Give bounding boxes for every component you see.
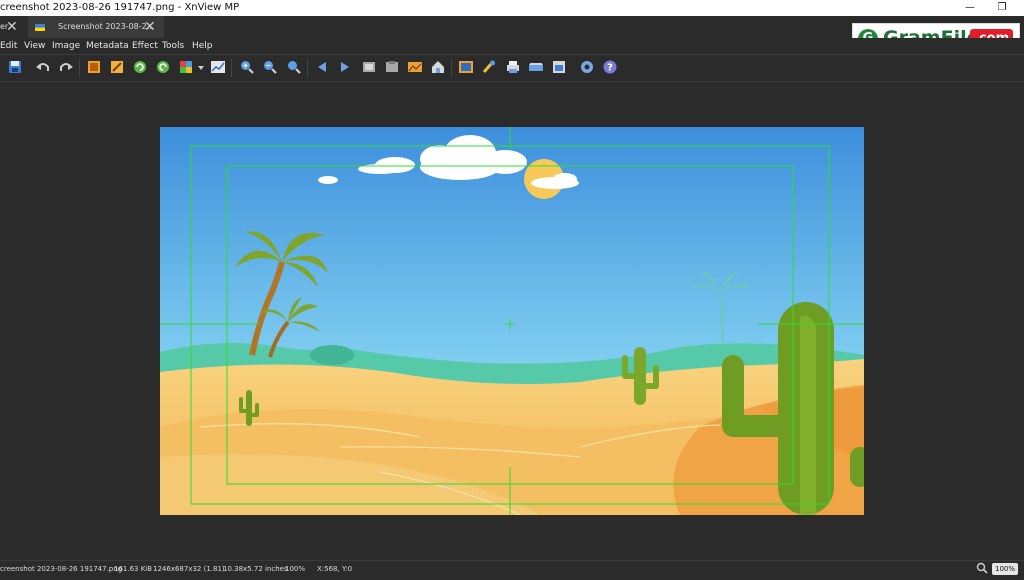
displayed-image[interactable]: [160, 127, 864, 515]
adjust-icon[interactable]: [178, 59, 194, 75]
home-icon[interactable]: [430, 59, 446, 75]
save-icon[interactable]: [7, 59, 23, 75]
status-print-size: 10.38x5.72 inches: [223, 565, 288, 573]
resize-icon[interactable]: [109, 59, 125, 75]
menu-help[interactable]: Help: [192, 38, 213, 54]
settings-icon[interactable]: [579, 59, 595, 75]
crop-icon[interactable]: [86, 59, 102, 75]
window-title: creenshot 2023-08-26 191747.png - XnView…: [0, 2, 240, 13]
toolbar-separator: [451, 59, 452, 77]
paste-icon[interactable]: [384, 59, 400, 75]
zoom-out-icon[interactable]: [262, 59, 278, 75]
close-tab-icon[interactable]: ✕: [6, 16, 18, 38]
menu-edit[interactable]: Edit: [0, 38, 17, 54]
toolbar-separator: [307, 59, 308, 77]
rotate-left-icon[interactable]: [132, 59, 148, 75]
tab-browser[interactable]: er ✕: [0, 16, 24, 38]
status-cursor-position: X:568, Y:0: [317, 565, 353, 573]
restore-button[interactable]: ❐: [992, 0, 1012, 16]
status-bar: creenshot 2023-08-26 191747.png 161.63 K…: [0, 560, 1024, 577]
status-zoom: 100%: [285, 565, 306, 573]
redo-icon[interactable]: [58, 59, 74, 75]
zoom-magnifier-icon[interactable]: [976, 562, 988, 580]
toolbar-separator: [231, 59, 232, 77]
flag-icon: [35, 24, 45, 31]
help-icon[interactable]: ?: [602, 59, 618, 75]
paint-icon[interactable]: [481, 59, 497, 75]
menu-tools[interactable]: Tools: [162, 38, 184, 54]
toolbar-separator: [79, 59, 80, 77]
zoom-level-field[interactable]: 100%: [992, 563, 1018, 575]
menu-bar: Edit View Image Metadata Effect Tools He…: [0, 38, 1024, 55]
zoom-in-icon[interactable]: [239, 59, 255, 75]
status-dimensions: 1246x687x32 (1.81): [153, 565, 225, 573]
scanner-icon[interactable]: [528, 59, 544, 75]
undo-icon[interactable]: [35, 59, 51, 75]
toolbar: ?: [0, 55, 1024, 82]
status-filesize: 161.63 KiB: [114, 565, 153, 573]
next-icon[interactable]: [337, 59, 353, 75]
minimize-button[interactable]: —: [960, 0, 980, 16]
menu-effect[interactable]: Effect: [132, 38, 158, 54]
menu-view[interactable]: View: [24, 38, 45, 54]
title-bar: creenshot 2023-08-26 191747.png - XnView…: [0, 0, 1024, 16]
svg-text:?: ?: [607, 63, 613, 74]
menu-image[interactable]: Image: [52, 38, 80, 54]
menu-metadata[interactable]: Metadata: [86, 38, 129, 54]
tab-screenshot[interactable]: Screenshot 2023-08-2... ✕: [28, 16, 164, 38]
dropdown-arrow-icon[interactable]: [197, 59, 205, 75]
rotate-right-icon[interactable]: [155, 59, 171, 75]
levels-icon[interactable]: [210, 59, 226, 75]
slideshow-icon[interactable]: [407, 59, 423, 75]
copy-icon[interactable]: [361, 59, 377, 75]
export-icon[interactable]: [551, 59, 567, 75]
close-tab-icon[interactable]: ✕: [144, 16, 156, 38]
zoom-fit-icon[interactable]: [286, 59, 302, 75]
desert-scene-image: [160, 127, 864, 515]
fullscreen-icon[interactable]: [458, 59, 474, 75]
previous-icon[interactable]: [314, 59, 330, 75]
status-filename: creenshot 2023-08-26 191747.png: [0, 565, 123, 573]
print-icon[interactable]: [505, 59, 521, 75]
tab-label: Screenshot 2023-08-2...: [58, 22, 155, 31]
